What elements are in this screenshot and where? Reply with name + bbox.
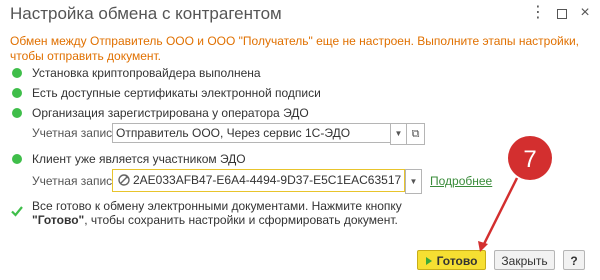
ready-message-bold: "Готово" xyxy=(32,213,85,227)
setup-notice: Обмен между Отправитель ООО и ООО "Получ… xyxy=(10,34,580,63)
step-org-registered: Организация зарегистрирована у оператора… xyxy=(32,106,309,120)
maximize-icon[interactable] xyxy=(553,4,571,22)
chevron-down-icon[interactable]: ▼ xyxy=(390,123,407,145)
ready-message-line1: Все готово к обмену электронными докумен… xyxy=(32,199,402,213)
settings-dialog: Настройка обмена с контрагентом ⋮ × Обме… xyxy=(0,0,600,280)
edo-account-label: Учетная запись: xyxy=(32,174,122,188)
done-button[interactable]: Готово xyxy=(417,250,486,270)
close-button[interactable]: Закрыть xyxy=(494,250,555,270)
certificate-icon xyxy=(118,174,130,186)
done-button-label: Готово xyxy=(436,254,478,268)
open-icon[interactable]: ⧉ xyxy=(406,123,425,145)
step-certificates: Есть доступные сертификаты электронной п… xyxy=(32,86,321,100)
status-ok-icon xyxy=(12,108,22,118)
edo-account-value: 2AE033AFB47-E6A4-4494-9D37-E5C1EAC63517 xyxy=(133,173,402,187)
play-icon xyxy=(425,257,432,265)
account-label: Учетная запись: xyxy=(32,126,122,140)
step-crypto-provider: Установка криптопровайдера выполнена xyxy=(32,66,261,80)
annotation-arrow xyxy=(481,177,519,247)
status-ok-icon xyxy=(12,154,22,164)
ready-message-line2: , чтобы сохранить настройки и сформирова… xyxy=(84,213,398,227)
account-select[interactable]: Отправитель ООО, Через сервис 1С-ЭДО xyxy=(112,123,393,143)
status-ok-icon xyxy=(12,68,22,78)
more-menu-icon[interactable]: ⋮ xyxy=(529,4,547,22)
help-button[interactable]: ? xyxy=(563,250,585,270)
details-link[interactable]: Подробнее xyxy=(430,174,492,188)
close-window-icon[interactable]: × xyxy=(576,4,594,22)
status-ok-icon xyxy=(12,88,22,98)
annotation-number: 7 xyxy=(523,146,536,173)
checkmark-icon xyxy=(11,206,23,217)
edo-account-select[interactable]: 2AE033AFB47-E6A4-4494-9D37-E5C1EAC63517 xyxy=(112,169,405,192)
step-edo-participant: Клиент уже является участником ЭДО xyxy=(32,152,246,166)
annotation-badge xyxy=(508,136,552,180)
ready-message: Все готово к обмену электронными докумен… xyxy=(32,199,402,227)
chevron-down-icon[interactable]: ▼ xyxy=(405,169,422,194)
dialog-title: Настройка обмена с контрагентом xyxy=(10,4,282,23)
